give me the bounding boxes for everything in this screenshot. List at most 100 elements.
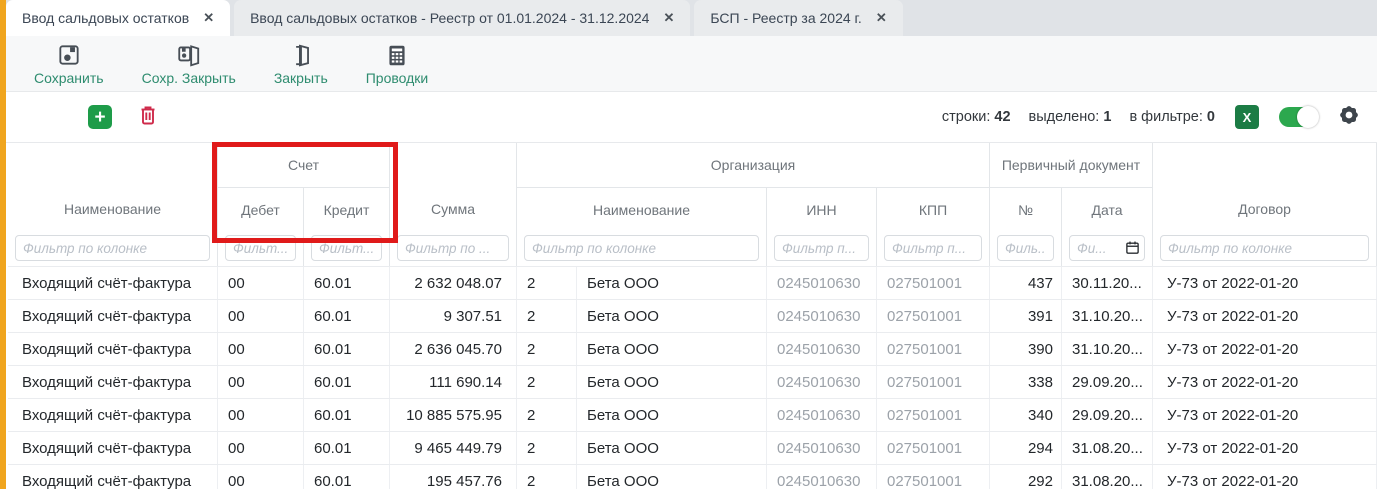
cell-inn[interactable]: 0245010630 <box>767 333 877 365</box>
filter-kpp-input[interactable] <box>884 235 982 261</box>
cell-contract[interactable]: У-73 от 2022-01-20 <box>1153 267 1377 299</box>
cell-inn[interactable]: 0245010630 <box>767 399 877 431</box>
filter-toggle[interactable] <box>1279 107 1317 127</box>
cell-org_id[interactable]: 2 <box>517 333 577 365</box>
table-row[interactable]: Входящий счёт-фактура0060.012 636 045.70… <box>8 332 1377 365</box>
cell-contract[interactable]: У-73 от 2022-01-20 <box>1153 300 1377 332</box>
table-row[interactable]: Входящий счёт-фактура0060.01195 457.762Б… <box>8 464 1377 489</box>
cell-sum[interactable]: 9 465 449.79 <box>390 432 517 464</box>
table-row[interactable]: Входящий счёт-фактура0060.019 465 449.79… <box>8 431 1377 464</box>
cell-name[interactable]: Входящий счёт-фактура <box>8 366 218 398</box>
cell-debit[interactable]: 00 <box>218 432 304 464</box>
cell-debit[interactable]: 00 <box>218 300 304 332</box>
cell-inn[interactable]: 0245010630 <box>767 300 877 332</box>
close-icon[interactable]: ✕ <box>203 10 214 26</box>
table-row[interactable]: Входящий счёт-фактура0060.019 307.512Бет… <box>8 299 1377 332</box>
cell-date[interactable]: 31.10.20... <box>1062 333 1153 365</box>
filter-inn-input[interactable] <box>774 235 869 261</box>
close-icon[interactable]: ✕ <box>663 10 674 26</box>
cell-kpp[interactable]: 027501001 <box>877 399 990 431</box>
col-header-org-name[interactable]: Наименование <box>517 188 767 232</box>
cell-org_id[interactable]: 2 <box>517 399 577 431</box>
cell-date[interactable]: 31.10.20... <box>1062 300 1153 332</box>
cell-debit[interactable]: 00 <box>218 399 304 431</box>
col-header-name[interactable]: Наименование <box>8 143 218 232</box>
add-row-button[interactable]: + <box>88 105 112 129</box>
cell-date[interactable]: 31.08.20... <box>1062 465 1153 489</box>
tab-bsp-registry[interactable]: БСП - Реестр за 2024 г. ✕ <box>694 0 902 36</box>
cell-name[interactable]: Входящий счёт-фактура <box>8 399 218 431</box>
cell-num[interactable]: 437 <box>990 267 1062 299</box>
col-header-date[interactable]: Дата <box>1062 188 1153 232</box>
col-header-kpp[interactable]: КПП <box>877 188 990 232</box>
cell-contract[interactable]: У-73 от 2022-01-20 <box>1153 333 1377 365</box>
cell-credit[interactable]: 60.01 <box>304 366 390 398</box>
cell-kpp[interactable]: 027501001 <box>877 366 990 398</box>
filter-name-input[interactable] <box>15 235 210 261</box>
filter-contract-input[interactable] <box>1160 235 1369 261</box>
cell-name[interactable]: Входящий счёт-фактура <box>8 465 218 489</box>
delete-row-button[interactable] <box>136 103 160 132</box>
save-button[interactable]: Сохранить <box>34 42 104 85</box>
cell-inn[interactable]: 0245010630 <box>767 465 877 489</box>
cell-sum[interactable]: 111 690.14 <box>390 366 517 398</box>
cell-num[interactable]: 390 <box>990 333 1062 365</box>
col-header-num[interactable]: № <box>990 188 1062 232</box>
close-button[interactable]: Закрыть <box>274 42 328 85</box>
tab-balance-entry[interactable]: Ввод сальдовых остатков ✕ <box>6 0 230 36</box>
cell-contract[interactable]: У-73 от 2022-01-20 <box>1153 399 1377 431</box>
cell-org_name[interactable]: Бета ООО <box>577 465 767 489</box>
cell-sum[interactable]: 10 885 575.95 <box>390 399 517 431</box>
cell-name[interactable]: Входящий счёт-фактура <box>8 333 218 365</box>
close-icon[interactable]: ✕ <box>876 10 887 26</box>
filter-sum-input[interactable] <box>397 235 509 261</box>
cell-inn[interactable]: 0245010630 <box>767 432 877 464</box>
cell-sum[interactable]: 2 636 045.70 <box>390 333 517 365</box>
cell-num[interactable]: 294 <box>990 432 1062 464</box>
filter-org-name-input[interactable] <box>524 235 759 261</box>
save-close-button[interactable]: Сохр. Закрыть <box>142 42 236 85</box>
cell-org_id[interactable]: 2 <box>517 300 577 332</box>
cell-org_id[interactable]: 2 <box>517 366 577 398</box>
cell-num[interactable]: 340 <box>990 399 1062 431</box>
cell-date[interactable]: 29.09.20... <box>1062 366 1153 398</box>
table-row[interactable]: Входящий счёт-фактура0060.01111 690.142Б… <box>8 365 1377 398</box>
cell-org_name[interactable]: Бета ООО <box>577 333 767 365</box>
col-header-credit[interactable]: Кредит <box>304 188 390 232</box>
cell-kpp[interactable]: 027501001 <box>877 300 990 332</box>
col-header-inn[interactable]: ИНН <box>767 188 877 232</box>
table-row[interactable]: Входящий счёт-фактура0060.0110 885 575.9… <box>8 398 1377 431</box>
col-header-debit[interactable]: Дебет <box>218 188 304 232</box>
cell-inn[interactable]: 0245010630 <box>767 366 877 398</box>
cell-credit[interactable]: 60.01 <box>304 465 390 489</box>
cell-kpp[interactable]: 027501001 <box>877 267 990 299</box>
cell-debit[interactable]: 00 <box>218 366 304 398</box>
cell-org_name[interactable]: Бета ООО <box>577 366 767 398</box>
export-excel-button[interactable]: X <box>1235 105 1259 129</box>
filter-credit-input[interactable] <box>311 235 382 261</box>
cell-num[interactable]: 338 <box>990 366 1062 398</box>
filter-date-input[interactable] <box>1069 235 1145 261</box>
cell-org_name[interactable]: Бета ООО <box>577 300 767 332</box>
col-header-sum[interactable]: Сумма <box>390 143 517 232</box>
cell-debit[interactable]: 00 <box>218 465 304 489</box>
filter-num-input[interactable] <box>997 235 1054 261</box>
cell-credit[interactable]: 60.01 <box>304 300 390 332</box>
cell-name[interactable]: Входящий счёт-фактура <box>8 267 218 299</box>
cell-org_name[interactable]: Бета ООО <box>577 267 767 299</box>
postings-button[interactable]: Проводки <box>366 42 429 85</box>
cell-credit[interactable]: 60.01 <box>304 399 390 431</box>
col-header-contract[interactable]: Договор <box>1153 143 1377 232</box>
cell-sum[interactable]: 9 307.51 <box>390 300 517 332</box>
cell-kpp[interactable]: 027501001 <box>877 333 990 365</box>
cell-sum[interactable]: 2 632 048.07 <box>390 267 517 299</box>
table-row[interactable]: Входящий счёт-фактура0060.012 632 048.07… <box>8 266 1377 299</box>
cell-contract[interactable]: У-73 от 2022-01-20 <box>1153 432 1377 464</box>
cell-inn[interactable]: 0245010630 <box>767 267 877 299</box>
cell-contract[interactable]: У-73 от 2022-01-20 <box>1153 465 1377 489</box>
cell-name[interactable]: Входящий счёт-фактура <box>8 300 218 332</box>
cell-num[interactable]: 292 <box>990 465 1062 489</box>
cell-debit[interactable]: 00 <box>218 333 304 365</box>
cell-org_id[interactable]: 2 <box>517 465 577 489</box>
cell-date[interactable]: 31.08.20... <box>1062 432 1153 464</box>
